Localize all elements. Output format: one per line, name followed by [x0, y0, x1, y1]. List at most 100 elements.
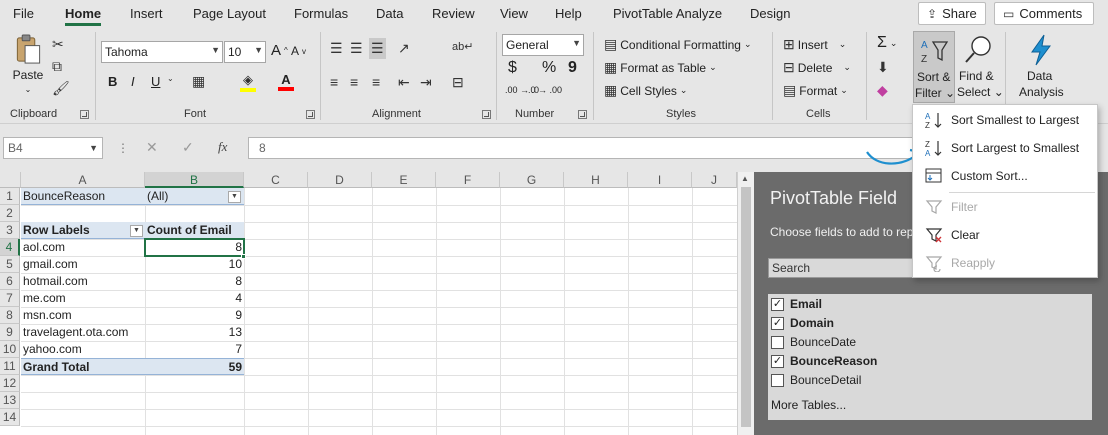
checkbox-checked-icon[interactable]: ✓: [771, 297, 784, 311]
row-header[interactable]: 10: [0, 341, 20, 358]
field-item-email[interactable]: ✓ Email: [771, 297, 822, 311]
tab-pivottable-analyze[interactable]: PivotTable Analyze: [613, 6, 722, 21]
sort-filter-button[interactable]: A Z Sort & Filter ⌄: [913, 31, 955, 103]
row-header[interactable]: 3: [0, 222, 20, 239]
comma-style-button[interactable]: 9: [568, 59, 577, 77]
enter-check-icon[interactable]: ✓: [182, 139, 194, 156]
fill-down-icon[interactable]: ⬇: [877, 59, 889, 76]
clipboard-launcher-icon[interactable]: [80, 110, 89, 119]
font-launcher-icon[interactable]: [306, 110, 315, 119]
find-select-button[interactable]: Find & Select ⌄: [957, 34, 1004, 104]
align-top-icon[interactable]: ☰: [330, 40, 343, 57]
pivot-row-label[interactable]: me.com: [21, 290, 145, 307]
pivot-row-value[interactable]: 10: [145, 256, 244, 273]
italic-button[interactable]: I: [131, 74, 135, 89]
column-header-j[interactable]: J: [692, 172, 737, 188]
pivot-row-label[interactable]: gmail.com: [21, 256, 145, 273]
tab-insert[interactable]: Insert: [130, 6, 163, 21]
merge-center-icon[interactable]: ⊟: [452, 74, 464, 91]
field-item-bouncedetail[interactable]: BounceDetail: [771, 373, 861, 387]
more-tables-link[interactable]: More Tables...: [771, 398, 846, 412]
column-header-b[interactable]: B: [145, 172, 244, 188]
menu-item-sort-ascending[interactable]: AZ Sort Smallest to Largest: [913, 108, 1097, 132]
decrease-decimal-button[interactable]: .0 → .00: [528, 85, 562, 95]
row-header[interactable]: 5: [0, 256, 20, 273]
copy-icon[interactable]: ⧉: [52, 58, 62, 75]
align-middle-icon[interactable]: ☰: [350, 40, 363, 57]
autosum-button[interactable]: Σ ⌄: [877, 34, 897, 52]
field-item-bouncedate[interactable]: BounceDate: [771, 335, 856, 349]
pivot-row-label[interactable]: msn.com: [21, 307, 145, 324]
pivot-count-header[interactable]: Count of Email: [145, 222, 244, 239]
format-as-table-button[interactable]: ▦ Format as Table ⌄: [604, 59, 717, 76]
pivot-row-label[interactable]: hotmail.com: [21, 273, 145, 290]
pivot-row-label[interactable]: aol.com: [21, 239, 145, 256]
pivot-row-value[interactable]: 4: [145, 290, 244, 307]
cut-icon[interactable]: ✂: [52, 36, 64, 53]
checkbox-checked-icon[interactable]: ✓: [771, 354, 784, 368]
scroll-up-icon[interactable]: ▲: [741, 174, 749, 183]
worksheet-grid[interactable]: A B C D E F G H I J 1 2 3 4 5 6 7 8 9 10…: [0, 172, 737, 435]
select-all-corner[interactable]: [0, 172, 21, 188]
data-analysis-button[interactable]: Data Analysis: [1016, 34, 1068, 104]
fill-handle[interactable]: [241, 254, 246, 259]
percent-button[interactable]: %: [542, 59, 556, 77]
tab-page-layout[interactable]: Page Layout: [193, 6, 266, 21]
name-box[interactable]: B4 ▼: [3, 137, 103, 159]
tab-view[interactable]: View: [500, 6, 528, 21]
number-launcher-icon[interactable]: [578, 110, 587, 119]
tab-review[interactable]: Review: [432, 6, 475, 21]
insert-function-icon[interactable]: fx: [218, 139, 227, 155]
menu-item-reapply[interactable]: Reapply: [913, 251, 1097, 275]
column-header-c[interactable]: C: [244, 172, 308, 188]
tab-help[interactable]: Help: [555, 6, 582, 21]
bold-button[interactable]: B: [108, 74, 117, 89]
insert-cells-button[interactable]: ⊞ Insert ⌄: [783, 36, 846, 53]
currency-button[interactable]: $: [508, 59, 517, 77]
row-header[interactable]: 12: [0, 375, 20, 392]
tab-design[interactable]: Design: [750, 6, 790, 21]
menu-item-clear[interactable]: Clear: [913, 223, 1097, 247]
pivot-row-label[interactable]: yahoo.com: [21, 341, 145, 358]
row-header[interactable]: 2: [0, 205, 20, 222]
pivot-row-value[interactable]: 8: [145, 273, 244, 290]
row-header[interactable]: 13: [0, 392, 20, 409]
font-color-button[interactable]: A: [278, 72, 294, 91]
wrap-text-icon[interactable]: ab↵: [452, 40, 473, 53]
increase-indent-icon[interactable]: ⇥: [420, 74, 432, 91]
menu-item-sort-descending[interactable]: ZA Sort Largest to Smallest: [913, 136, 1097, 160]
fill-color-button[interactable]: ◈: [240, 72, 256, 92]
decrease-indent-icon[interactable]: ⇤: [398, 74, 410, 91]
underline-button[interactable]: U: [151, 74, 160, 89]
row-header[interactable]: 14: [0, 409, 20, 426]
column-header-e[interactable]: E: [372, 172, 436, 188]
font-name-select[interactable]: Tahoma ▼: [101, 41, 223, 63]
filter-dropdown-icon[interactable]: ▼: [228, 191, 241, 203]
share-button[interactable]: ⇪ Share: [918, 2, 986, 25]
pivot-row-value[interactable]: 9: [145, 307, 244, 324]
font-size-select[interactable]: 10 ▼: [224, 41, 266, 63]
row-header[interactable]: 4: [0, 239, 20, 256]
menu-item-custom-sort[interactable]: Custom Sort...: [913, 164, 1097, 188]
grow-font-button[interactable]: A ^: [271, 42, 288, 59]
shrink-font-button[interactable]: Av: [291, 44, 306, 58]
checkbox-checked-icon[interactable]: ✓: [771, 316, 784, 330]
column-header-f[interactable]: F: [436, 172, 500, 188]
align-bottom-icon[interactable]: ☰: [369, 38, 386, 59]
pivot-grand-total-label[interactable]: Grand Total: [21, 358, 145, 375]
pivot-grand-total-value[interactable]: 59: [145, 358, 244, 375]
column-header-g[interactable]: G: [500, 172, 564, 188]
orientation-icon[interactable]: ↗: [398, 40, 410, 57]
pivot-row-value[interactable]: 13: [145, 324, 244, 341]
row-header[interactable]: 1: [0, 188, 20, 205]
format-painter-icon[interactable]: 🖌: [52, 80, 70, 97]
row-header[interactable]: 9: [0, 324, 20, 341]
clear-eraser-icon[interactable]: ◆: [877, 82, 888, 99]
tab-data[interactable]: Data: [376, 6, 403, 21]
field-item-domain[interactable]: ✓ Domain: [771, 316, 834, 330]
scroll-thumb[interactable]: [741, 187, 751, 427]
pivot-row-label[interactable]: travelagent.ota.com: [21, 324, 145, 341]
paste-button[interactable]: Paste ⌄: [8, 34, 48, 94]
chevron-down-icon[interactable]: ⌄: [167, 74, 174, 83]
tab-formulas[interactable]: Formulas: [294, 6, 348, 21]
